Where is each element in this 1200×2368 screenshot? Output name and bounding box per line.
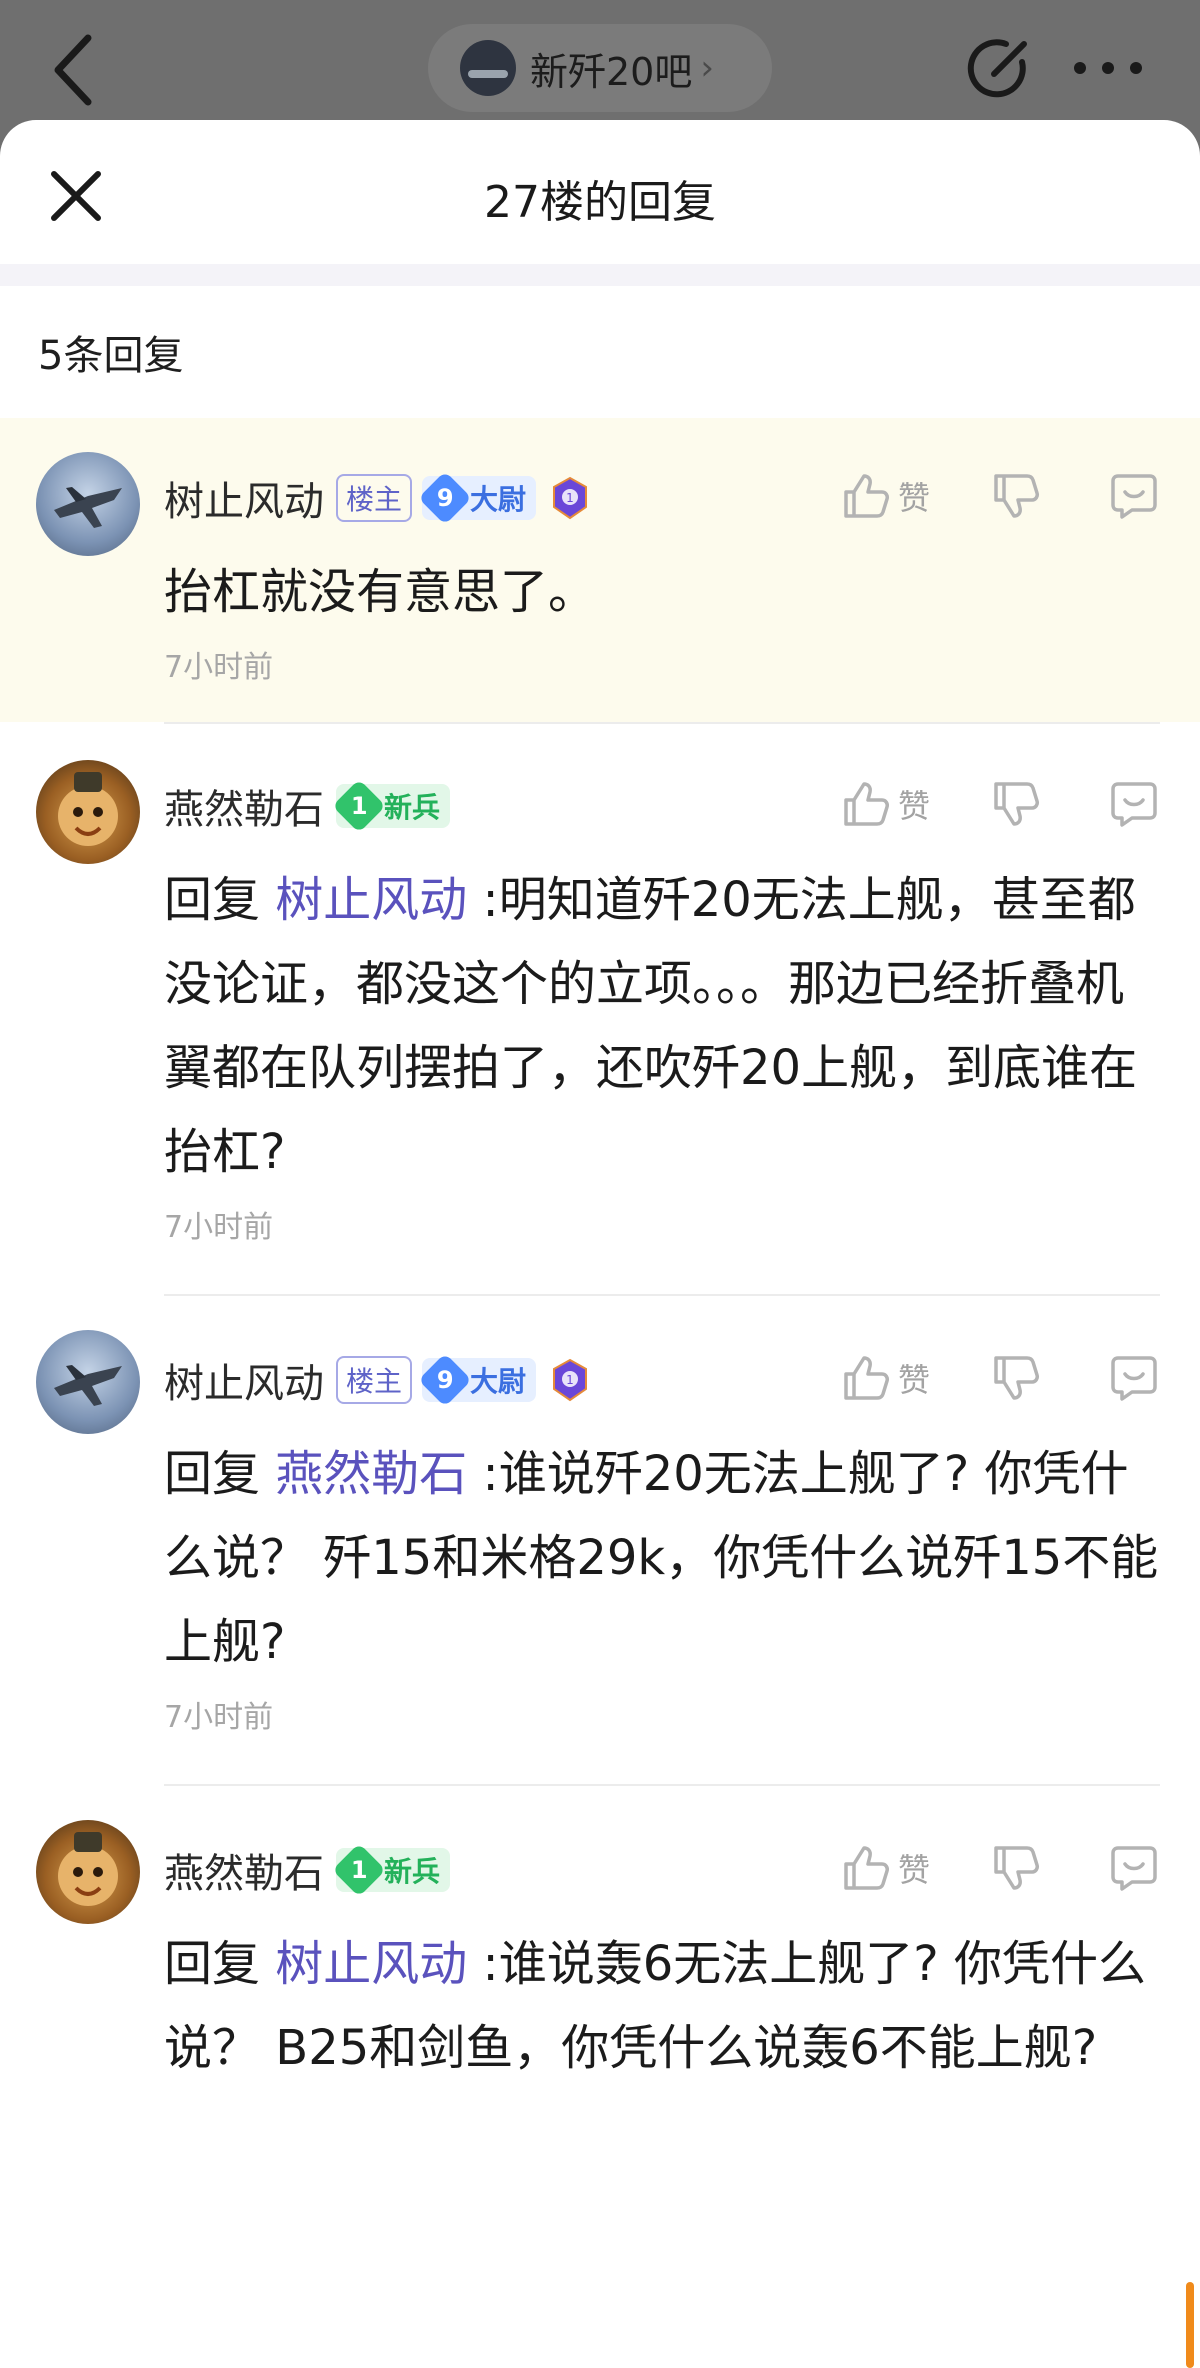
thumbs-up-icon	[844, 474, 889, 518]
like-label: 赞	[898, 1361, 931, 1399]
level-badge: 1 新兵	[332, 1843, 451, 1897]
reply-item: 燕然勒石 1 新兵 赞 回复 树止风动 :谁说轰6无法上舰了? 你凭什么说？ B…	[0, 1786, 1200, 2130]
username[interactable]: 树止风动	[164, 1351, 324, 1409]
back-arrow-icon[interactable]	[44, 30, 104, 110]
comment-icon[interactable]	[1108, 1842, 1160, 1894]
reply-item: 燕然勒石 1 新兵 赞 回复 树止风动 :明知道歼20无法上舰，甚至都没论证，都…	[0, 724, 1200, 1294]
reply-time: 7小时前	[164, 650, 274, 685]
chevron-right-icon: ›	[700, 48, 714, 88]
reply-header: 树止风动 楼主 9 大尉 1 赞	[164, 446, 1160, 550]
thumbs-up-icon	[844, 1356, 889, 1400]
thumbs-down-icon[interactable]	[990, 1352, 1042, 1404]
reply-item: 树止风动 楼主 9 大尉 1 赞	[0, 418, 1200, 722]
comment-icon[interactable]	[1108, 1352, 1160, 1404]
reply-actions: 赞	[840, 1842, 1160, 1894]
reply-header: 燕然勒石 1 新兵 赞	[164, 1818, 1160, 1922]
reply-list: 树止风动 楼主 9 大尉 1 赞 抬杠就没有意思了。 7小时前 燕然勒石 1 新…	[0, 418, 1200, 2130]
owner-badge: 楼主	[336, 1356, 413, 1404]
jet-avatar[interactable]	[36, 1330, 140, 1434]
reply-count: 5条回复	[38, 333, 184, 379]
like-label: 赞	[898, 1851, 931, 1889]
reply-actions: 赞	[840, 1352, 1160, 1404]
reply-actions: 赞	[840, 778, 1160, 830]
divider	[0, 264, 1200, 286]
thumbs-up-icon	[844, 782, 889, 826]
reply-item: 树止风动 楼主 9 大尉 1 赞	[0, 1296, 1200, 1784]
thumbs-down-icon[interactable]	[990, 778, 1042, 830]
monkey-avatar[interactable]	[36, 1820, 140, 1924]
forum-name: 新歼20吧	[530, 49, 693, 94]
username[interactable]: 树止风动	[164, 469, 324, 527]
reply-actions: 赞	[840, 470, 1160, 522]
reply-header: 燕然勒石 1 新兵 赞	[164, 754, 1160, 858]
reply-content: 回复 树止风动 :明知道歼20无法上舰，甚至都没论证，都没这个的立项。。。那边已…	[164, 858, 1160, 1194]
reply-time: 7小时前	[164, 1210, 274, 1245]
medal-icon: 1	[553, 1358, 588, 1402]
like-button[interactable]: 赞	[840, 470, 950, 522]
thumbs-down-icon[interactable]	[990, 470, 1042, 522]
like-label: 赞	[898, 787, 931, 825]
reply-text: 抬杠就没有意思了。	[164, 564, 597, 620]
username[interactable]: 燕然勒石	[164, 777, 324, 835]
level-badge: 9 大尉	[418, 471, 537, 525]
thumbs-up-icon	[844, 1846, 889, 1890]
reply-prefix: 回复	[164, 1936, 276, 1992]
sheet-header: 27楼的回复	[0, 120, 1200, 264]
reply-header: 树止风动 楼主 9 大尉 1 赞	[164, 1328, 1160, 1432]
reply-content: 抬杠就没有意思了。	[164, 550, 1160, 634]
reply-prefix: 回复	[164, 872, 276, 928]
level-gem-icon: 9	[418, 1353, 472, 1407]
owner-badge: 楼主	[336, 474, 413, 522]
reply-sheet: 27楼的回复 5条回复 树止风动 楼主 9 大尉 1 赞 抬杠就没有意思了。 7…	[0, 120, 1200, 2368]
mention-link[interactable]: 燕然勒石	[275, 1446, 467, 1502]
level-gem-icon: 9	[418, 471, 472, 525]
mention-link[interactable]: 树止风动	[275, 872, 467, 928]
svg-text:1: 1	[566, 1373, 574, 1387]
svg-text:1: 1	[566, 491, 574, 505]
reply-content: 回复 燕然勒石 :谁说歼20无法上舰了? 你凭什么说？ 歼15和米格29k，你凭…	[164, 1432, 1160, 1684]
forum-pill[interactable]: 新歼20吧 ›	[428, 24, 772, 112]
monkey-avatar[interactable]	[36, 760, 140, 864]
like-label: 赞	[898, 479, 931, 517]
username[interactable]: 燕然勒石	[164, 1841, 324, 1899]
reply-time: 7小时前	[164, 1700, 274, 1735]
level-badge: 9 大尉	[418, 1353, 537, 1407]
top-app-bar: 新歼20吧 ›	[0, 0, 1200, 120]
sheet-title: 27楼的回复	[484, 177, 716, 228]
reply-content: 回复 树止风动 :谁说轰6无法上舰了? 你凭什么说？ B25和剑鱼，你凭什么说轰…	[164, 1922, 1160, 2090]
edit-icon[interactable]	[964, 32, 1036, 104]
forum-avatar	[460, 40, 516, 96]
level-badge: 1 新兵	[332, 779, 451, 833]
mention-link[interactable]: 树止风动	[275, 1936, 467, 1992]
comment-icon[interactable]	[1108, 778, 1160, 830]
level-gem-icon: 1	[332, 779, 386, 833]
jet-avatar[interactable]	[36, 452, 140, 556]
comment-icon[interactable]	[1108, 470, 1160, 522]
level-gem-icon: 1	[332, 1843, 386, 1897]
like-button[interactable]: 赞	[840, 1842, 950, 1894]
more-icon[interactable]	[1070, 40, 1146, 96]
like-button[interactable]: 赞	[840, 1352, 950, 1404]
reply-prefix: 回复	[164, 1446, 276, 1502]
thumbs-down-icon[interactable]	[990, 1842, 1042, 1894]
medal-icon: 1	[553, 476, 588, 520]
like-button[interactable]: 赞	[840, 778, 950, 830]
scrollbar-thumb[interactable]	[1186, 2282, 1194, 2368]
